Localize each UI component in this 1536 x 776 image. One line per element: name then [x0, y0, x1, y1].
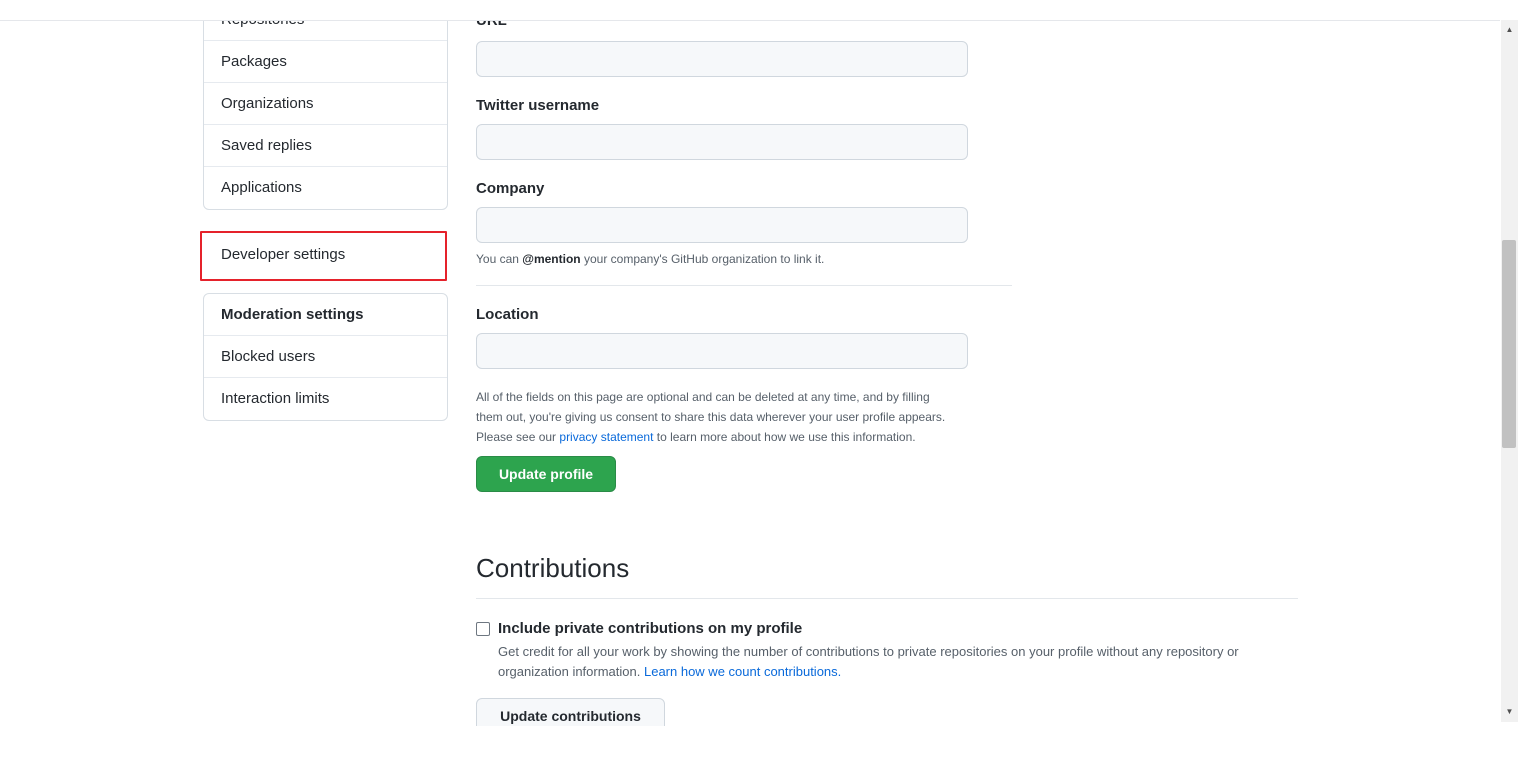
location-label: Location	[476, 306, 539, 323]
sidebar-item-interaction-limits[interactable]: Interaction limits	[204, 378, 447, 420]
company-input[interactable]	[476, 207, 968, 243]
scrollbar-thumb[interactable]	[1502, 240, 1516, 448]
settings-page: Repositories Packages Organizations Save…	[0, 0, 1500, 726]
top-border	[0, 0, 1500, 21]
sidebar-item-blocked-users[interactable]: Blocked users	[204, 336, 447, 378]
triangle-up-icon[interactable]: ▲	[1501, 22, 1518, 38]
sidebar-item-developer-settings[interactable]: Developer settings	[200, 231, 447, 281]
update-profile-button[interactable]: Update profile	[476, 456, 616, 492]
twitter-label: Twitter username	[476, 97, 600, 114]
twitter-input[interactable]	[476, 124, 968, 160]
private-contributions-checkbox[interactable]	[476, 622, 490, 636]
sidebar-item-saved-replies[interactable]: Saved replies	[204, 125, 447, 167]
company-note-text: You can	[476, 252, 523, 266]
developer-settings-label: Developer settings	[221, 246, 346, 263]
private-contributions-help-text: Get credit for all your work by showing …	[498, 644, 1239, 679]
private-contributions-label[interactable]: Include private contributions on my prof…	[498, 620, 802, 637]
privacy-statement-link[interactable]: privacy statement	[559, 430, 653, 444]
moderation-menu: Moderation settings Blocked users Intera…	[203, 293, 448, 421]
mention-text: @mention	[522, 252, 581, 266]
contributions-divider	[476, 598, 1298, 599]
learn-count-contributions-link[interactable]: Learn how we count contributions.	[644, 664, 841, 679]
sidebar-item-packages[interactable]: Packages	[204, 41, 447, 83]
privacy-note-suffix: to learn more about how we use this info…	[653, 430, 916, 444]
privacy-note-line-3: Please see our privacy statement to lear…	[476, 427, 945, 447]
privacy-note-prefix: Please see our	[476, 430, 560, 444]
divider	[476, 285, 1012, 286]
triangle-down-icon[interactable]: ▼	[1501, 704, 1518, 720]
privacy-note-line-2: them out, you're giving us consent to sh…	[476, 410, 946, 424]
company-label: Company	[476, 180, 545, 197]
sidebar-item-organizations[interactable]: Organizations	[204, 83, 447, 125]
privacy-note: All of the fields on this page are optio…	[476, 387, 945, 447]
update-contributions-button[interactable]: Update contributions	[476, 698, 665, 726]
settings-menu: Repositories Packages Organizations Save…	[203, 0, 448, 210]
company-note: You can @mention your company's GitHub o…	[476, 249, 824, 269]
moderation-heading: Moderation settings	[204, 294, 447, 336]
url-input[interactable]	[476, 41, 968, 77]
company-note-text-end: your company's GitHub organization to li…	[580, 252, 825, 266]
location-input[interactable]	[476, 333, 968, 369]
privacy-note-line-1: All of the fields on this page are optio…	[476, 390, 930, 404]
private-contributions-help: Get credit for all your work by showing …	[498, 642, 1298, 682]
sidebar-item-applications[interactable]: Applications	[204, 167, 447, 209]
contributions-title: Contributions	[476, 553, 630, 583]
